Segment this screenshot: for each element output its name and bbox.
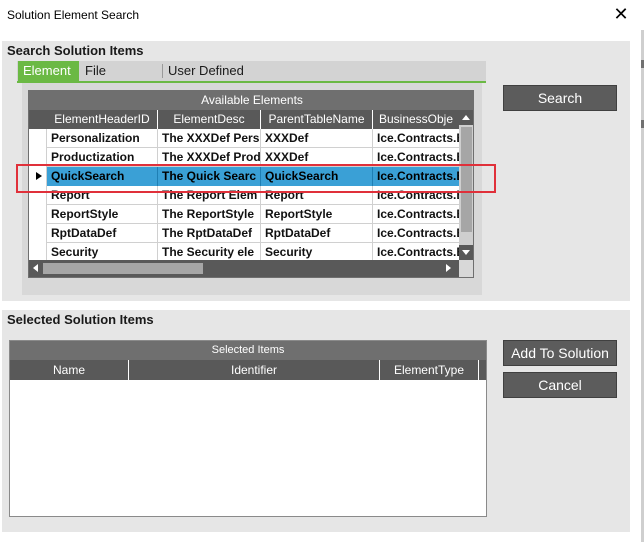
- scroll-up-icon[interactable]: [459, 110, 473, 125]
- cell-parenttablename[interactable]: QuickSearch: [261, 167, 373, 186]
- table-row[interactable]: ReportStyle The ReportStyle ReportStyle Ice…: [29, 205, 459, 224]
- cell-parenttablename[interactable]: Report: [261, 186, 373, 205]
- scroll-corner: [459, 260, 473, 277]
- row-selector[interactable]: [29, 148, 47, 167]
- column-header-identifier[interactable]: Identifier: [129, 360, 380, 380]
- cell-elementdesc[interactable]: The RptDataDef: [158, 224, 261, 243]
- cancel-button[interactable]: Cancel: [503, 372, 617, 398]
- grid-caption: Selected Items: [10, 341, 486, 360]
- tab-strip: Element File Content User Defined: [17, 61, 486, 98]
- available-elements-grid[interactable]: Available Elements ElementHeaderID Eleme…: [28, 90, 474, 278]
- cell-elementheaderid[interactable]: Report: [47, 186, 158, 205]
- cell-elementheaderid[interactable]: RptDataDef: [47, 224, 158, 243]
- tab-element[interactable]: Element: [18, 61, 79, 81]
- cell-businessobject[interactable]: Ice.Contracts.B: [373, 224, 459, 243]
- cell-elementdesc[interactable]: The Report Elem: [158, 186, 261, 205]
- column-header-elementheaderid[interactable]: ElementHeaderID: [47, 110, 158, 129]
- grid-caption: Available Elements: [29, 91, 473, 110]
- table-row[interactable]: Personalization The XXXDef Pers XXXDef Ice.…: [29, 129, 459, 148]
- row-selector[interactable]: [29, 129, 47, 148]
- table-row[interactable]: QuickSearch The Quick Searc QuickSearch Ice…: [29, 167, 459, 186]
- column-header-parenttablename[interactable]: ParentTableName: [261, 110, 373, 129]
- table-row[interactable]: Productization The XXXDef Prod XXXDef Ice.C…: [29, 148, 459, 167]
- title-bar: Solution Element Search ✕: [0, 0, 644, 30]
- cell-parenttablename[interactable]: XXXDef: [261, 129, 373, 148]
- search-section-label: Search Solution Items: [7, 43, 144, 58]
- close-icon[interactable]: ✕: [606, 2, 636, 26]
- cell-businessobject[interactable]: Ice.Contracts.B: [373, 148, 459, 167]
- cell-parenttablename[interactable]: ReportStyle: [261, 205, 373, 224]
- column-header-elementtype[interactable]: ElementType: [380, 360, 479, 380]
- window-title: Solution Element Search: [7, 8, 140, 22]
- cell-elementdesc[interactable]: The Quick Searc: [158, 167, 261, 186]
- column-header-elementdesc[interactable]: ElementDesc: [158, 110, 261, 129]
- row-selector[interactable]: [29, 205, 47, 224]
- selected-items-grid[interactable]: Selected Items Name Identifier ElementTy…: [9, 340, 487, 517]
- selected-section-label: Selected Solution Items: [7, 312, 154, 327]
- tab-file-content[interactable]: File Content: [80, 61, 160, 98]
- cell-parenttablename[interactable]: RptDataDef: [261, 224, 373, 243]
- row-selector[interactable]: [29, 186, 47, 205]
- column-header-name[interactable]: Name: [10, 360, 129, 380]
- cell-elementdesc[interactable]: The ReportStyle: [158, 205, 261, 224]
- cell-elementdesc[interactable]: The XXXDef Prod: [158, 148, 261, 167]
- cell-elementdesc[interactable]: The XXXDef Pers: [158, 129, 261, 148]
- table-row[interactable]: Report The Report Elem Report Ice.Contracts…: [29, 186, 459, 205]
- cell-businessobject[interactable]: Ice.Contracts.B: [373, 167, 459, 186]
- grid-header: Name Identifier ElementType: [10, 360, 486, 380]
- cell-parenttablename[interactable]: XXXDef: [261, 148, 373, 167]
- cell-elementheaderid[interactable]: QuickSearch: [47, 167, 158, 186]
- scroll-thumb[interactable]: [43, 263, 203, 274]
- row-selector[interactable]: [29, 224, 47, 243]
- add-to-solution-button[interactable]: Add To Solution: [503, 340, 617, 366]
- column-header-businessobject[interactable]: BusinessObje: [373, 110, 459, 129]
- cell-businessobject[interactable]: Ice.Contracts.B: [373, 205, 459, 224]
- scroll-down-icon[interactable]: [459, 245, 473, 260]
- tab-user-defined[interactable]: User Defined: [163, 61, 253, 81]
- search-button[interactable]: Search: [503, 85, 617, 111]
- table-row[interactable]: RptDataDef The RptDataDef RptDataDef Ice.Co…: [29, 224, 459, 243]
- row-selector-arrow-icon[interactable]: [29, 167, 47, 186]
- grid-header: ElementHeaderID ElementDesc ParentTableN…: [29, 110, 473, 129]
- cell-elementheaderid[interactable]: Personalization: [47, 129, 158, 148]
- cell-elementheaderid[interactable]: Productization: [47, 148, 158, 167]
- horizontal-scrollbar[interactable]: [29, 260, 459, 277]
- cell-businessobject[interactable]: Ice.Contracts.B: [373, 186, 459, 205]
- cell-businessobject[interactable]: Ice.Contracts.B: [373, 129, 459, 148]
- scroll-thumb[interactable]: [461, 127, 472, 232]
- cell-elementheaderid[interactable]: ReportStyle: [47, 205, 158, 224]
- vertical-scrollbar[interactable]: [459, 110, 473, 260]
